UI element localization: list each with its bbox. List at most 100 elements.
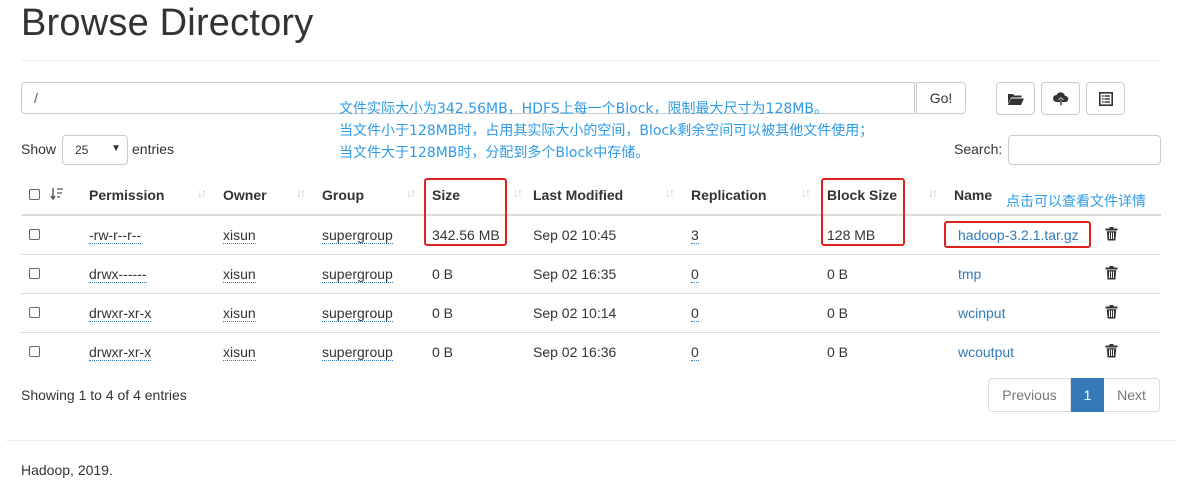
upload-button[interactable] bbox=[1041, 82, 1080, 115]
cloud-upload-icon bbox=[1052, 91, 1068, 105]
sort-icon bbox=[50, 187, 63, 200]
replication-link[interactable]: 0 bbox=[691, 305, 699, 322]
size-cell: 0 B bbox=[432, 293, 533, 333]
select-all-checkbox[interactable] bbox=[29, 189, 40, 200]
header-label: Last Modified bbox=[533, 187, 624, 203]
group-link[interactable]: supergroup bbox=[322, 227, 393, 244]
row-select-cell bbox=[21, 293, 50, 333]
row-checkbox[interactable] bbox=[29, 346, 40, 357]
file-name-link[interactable]: tmp bbox=[958, 266, 981, 282]
row-spacer bbox=[50, 293, 89, 333]
footer-copyright: Hadoop, 2019. bbox=[21, 462, 113, 478]
permission-cell: drwxr-xr-x bbox=[89, 332, 223, 371]
header-owner[interactable]: Owner ↓↑ bbox=[223, 176, 322, 216]
sort-arrows-icon: ↓↑ bbox=[197, 186, 207, 200]
row-select-cell bbox=[21, 214, 50, 255]
replication-link[interactable]: 0 bbox=[691, 344, 699, 361]
sort-arrows-icon: ↓↑ bbox=[513, 186, 523, 200]
page-title: Browse Directory bbox=[21, 2, 314, 44]
owner-cell: xisun bbox=[223, 332, 322, 371]
replication-cell: 3 bbox=[691, 214, 827, 255]
block-size-cell: 0 B bbox=[827, 332, 954, 371]
replication-link[interactable]: 3 bbox=[691, 227, 699, 244]
header-last-modified[interactable]: Last Modified ↓↑ bbox=[533, 176, 691, 216]
header-label: Replication bbox=[691, 187, 767, 203]
annotation-note: 文件实际大小为342.56MB，HDFS上每一个Block，限制最大尺寸为128… bbox=[339, 98, 873, 164]
trash-icon[interactable] bbox=[1105, 226, 1118, 244]
file-name-link[interactable]: wcoutput bbox=[958, 344, 1014, 360]
permission-link[interactable]: drwx------ bbox=[89, 266, 147, 283]
group-link[interactable]: supergroup bbox=[322, 266, 393, 283]
size-cell: 0 B bbox=[432, 332, 533, 371]
previous-button[interactable]: Previous bbox=[988, 378, 1071, 412]
name-cell: hadoop-3.2.1.tar.gz bbox=[954, 214, 1100, 255]
row-checkbox[interactable] bbox=[29, 268, 40, 279]
trash-icon[interactable] bbox=[1105, 265, 1118, 283]
header-replication[interactable]: Replication ↓↑ bbox=[691, 176, 827, 216]
header-label: Block Size bbox=[827, 187, 898, 203]
divider bbox=[21, 60, 1161, 61]
owner-cell: xisun bbox=[223, 254, 322, 294]
group-cell: supergroup bbox=[322, 254, 432, 294]
owner-link[interactable]: xisun bbox=[223, 305, 256, 322]
file-name-link[interactable]: hadoop-3.2.1.tar.gz bbox=[958, 227, 1079, 243]
cut-paste-list-button[interactable] bbox=[1086, 82, 1125, 115]
pagination: Previous 1 Next bbox=[988, 378, 1160, 412]
entries-label: entries bbox=[132, 141, 175, 157]
row-spacer bbox=[50, 332, 89, 371]
create-directory-button[interactable] bbox=[996, 82, 1035, 115]
file-name-link[interactable]: wcinput bbox=[958, 305, 1005, 321]
replication-cell: 0 bbox=[691, 254, 827, 294]
replication-cell: 0 bbox=[691, 332, 827, 371]
trash-icon[interactable] bbox=[1105, 304, 1118, 322]
header-group[interactable]: Group ↓↑ bbox=[322, 176, 432, 216]
page-size-value: 25 bbox=[75, 143, 89, 157]
page-size-select[interactable]: 25 ▼ bbox=[62, 135, 128, 165]
group-link[interactable]: supergroup bbox=[322, 344, 393, 361]
owner-link[interactable]: xisun bbox=[223, 227, 256, 244]
sort-header[interactable] bbox=[50, 176, 89, 216]
row-checkbox[interactable] bbox=[29, 229, 40, 240]
block-size-cell: 0 B bbox=[827, 254, 954, 294]
sort-arrows-icon: ↓↑ bbox=[296, 186, 306, 200]
owner-link[interactable]: xisun bbox=[223, 266, 256, 283]
owner-cell: xisun bbox=[223, 214, 322, 255]
sort-arrows-icon: ↓↑ bbox=[665, 186, 675, 200]
size-cell: 342.56 MB bbox=[432, 214, 533, 255]
permission-cell: -rw-r--r-- bbox=[89, 214, 223, 255]
replication-link[interactable]: 0 bbox=[691, 266, 699, 283]
action-cell bbox=[1100, 254, 1161, 294]
header-block-size[interactable]: Block Size ↓↑ bbox=[827, 176, 954, 216]
permission-link[interactable]: drwxr-xr-x bbox=[89, 344, 152, 361]
modified-cell: Sep 02 16:35 bbox=[533, 254, 691, 294]
header-label: Size bbox=[432, 187, 461, 203]
page-1-button[interactable]: 1 bbox=[1071, 378, 1104, 412]
owner-link[interactable]: xisun bbox=[223, 344, 256, 361]
group-link[interactable]: supergroup bbox=[322, 305, 393, 322]
row-spacer bbox=[50, 214, 89, 255]
search-input[interactable] bbox=[1008, 135, 1161, 165]
header-size[interactable]: Size ↓↑ bbox=[432, 176, 533, 216]
permission-link[interactable]: -rw-r--r-- bbox=[89, 227, 142, 244]
sort-arrows-icon: ↓↑ bbox=[801, 186, 811, 200]
table-header-row: Permission ↓↑ Owner ↓↑ Group ↓↑ Size ↓↑ Last… bbox=[21, 176, 1161, 216]
name-click-hint: 点击可以查看文件详情 bbox=[1006, 194, 1146, 210]
search-label: Search: bbox=[954, 141, 1003, 157]
table-row: drwxr-xr-x xisun supergroup 0 B Sep 02 16:36… bbox=[21, 332, 1161, 371]
row-checkbox[interactable] bbox=[29, 307, 40, 318]
table-row: drwxr-xr-x xisun supergroup 0 B Sep 02 10:14… bbox=[21, 293, 1161, 333]
show-label: Show bbox=[21, 141, 57, 157]
header-label: Owner bbox=[223, 187, 267, 203]
go-button[interactable]: Go! bbox=[916, 82, 966, 114]
action-cell bbox=[1100, 214, 1161, 255]
permission-link[interactable]: drwxr-xr-x bbox=[89, 305, 152, 322]
select-all-header[interactable] bbox=[21, 176, 50, 216]
block-size-cell: 128 MB bbox=[827, 214, 954, 255]
next-button[interactable]: Next bbox=[1104, 378, 1160, 412]
trash-icon[interactable] bbox=[1105, 343, 1118, 361]
table-row: -rw-r--r-- xisun supergroup 342.56 MB Sep 02… bbox=[21, 214, 1161, 255]
annotation-line-3: 当文件大于128MB时，分配到多个Block中存储。 bbox=[339, 145, 650, 161]
action-cell bbox=[1100, 332, 1161, 371]
name-cell: tmp bbox=[954, 254, 1100, 294]
header-permission[interactable]: Permission ↓↑ bbox=[89, 176, 223, 216]
